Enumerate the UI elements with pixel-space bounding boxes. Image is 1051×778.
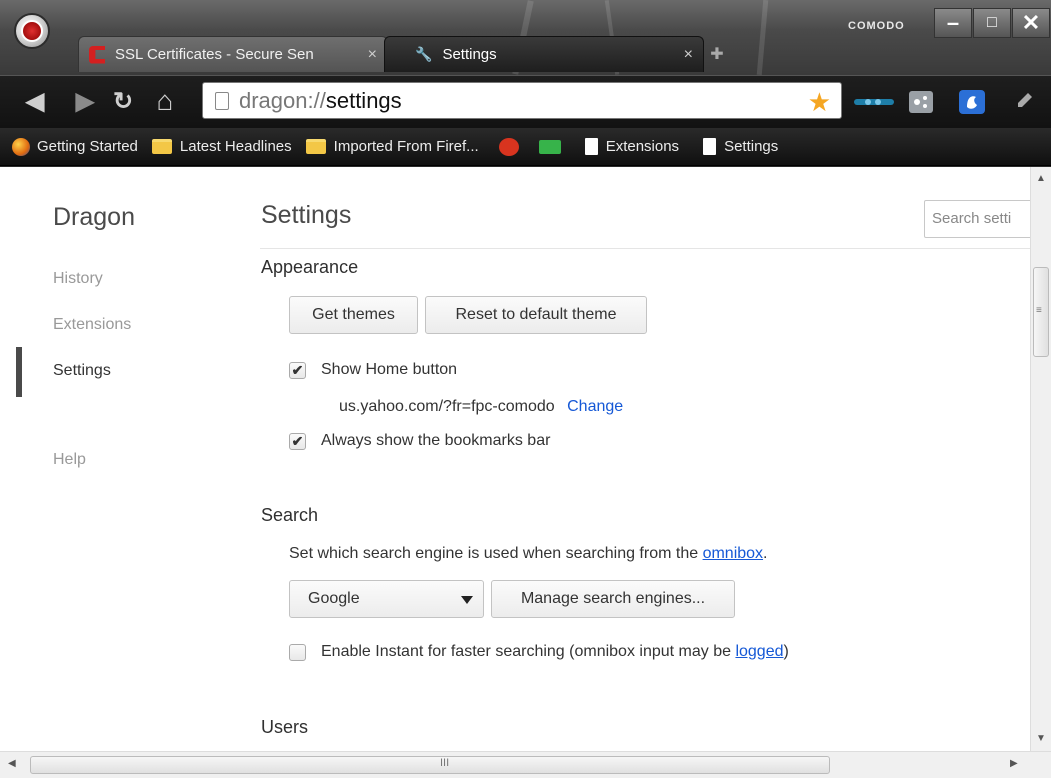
page-icon <box>703 138 717 155</box>
bookmark-extensions[interactable]: Extensions <box>584 138 680 155</box>
url-scheme: dragon:// <box>239 87 326 113</box>
tab-ssl-certificates[interactable]: SSL Certificates - Secure Sen × <box>78 36 388 72</box>
horizontal-scroll-thumb[interactable] <box>30 756 830 774</box>
header-divider <box>260 248 1030 249</box>
show-bookmarks-row: ✔ Always show the bookmarks bar <box>289 432 550 450</box>
scroll-right-icon[interactable]: ▶ <box>1010 758 1018 769</box>
bookmark-settings[interactable]: Settings <box>703 138 778 155</box>
wrench-menu-icon[interactable] <box>1012 89 1036 115</box>
search-engine-select[interactable]: Google <box>289 580 484 618</box>
manage-search-engines-button[interactable]: Manage search engines... <box>491 580 735 618</box>
search-description: Set which search engine is used when sea… <box>289 545 768 563</box>
home-url: us.yahoo.com/?fr=fpc-comodo <box>339 398 555 415</box>
enable-instant-checkbox[interactable] <box>289 643 306 661</box>
page-icon <box>215 91 229 110</box>
scroll-down-icon[interactable]: ▼ <box>1036 733 1046 744</box>
bookmark-angry-bird[interactable] <box>498 137 519 156</box>
sidebar-item-extensions[interactable]: Extensions <box>53 316 131 334</box>
bookmark-label: Latest Headlines <box>179 138 292 155</box>
title-bar: SSL Certificates - Secure Sen × 🔧 Settin… <box>0 0 1051 75</box>
ssl-favicon-icon <box>89 45 105 64</box>
scroll-left-icon[interactable]: ◀ <box>8 758 16 769</box>
enable-instant-label: Enable Instant for faster searching (omn… <box>321 643 789 661</box>
bookmark-label: Imported From Firef... <box>333 138 479 155</box>
toolbar: ◀ ▶ ↻ ⌂ dragon://settings ★ <box>0 75 1051 128</box>
address-bar[interactable]: dragon://settings ★ <box>202 82 842 119</box>
sidebar: Dragon History Extensions Settings Help <box>0 167 240 751</box>
extension-icon[interactable] <box>907 89 935 115</box>
page-icon <box>584 138 598 155</box>
show-bookmarks-checkbox[interactable]: ✔ <box>289 432 306 450</box>
green-icon <box>538 139 561 154</box>
tab-close-icon[interactable]: × <box>368 46 377 64</box>
bookmarks-bar: Getting Started Latest Headlines Importe… <box>0 128 1051 166</box>
folder-icon <box>305 139 326 154</box>
bookmark-star-icon[interactable]: ★ <box>808 87 831 118</box>
change-home-link[interactable]: Change <box>567 398 623 415</box>
maximize-button[interactable]: □ <box>973 8 1011 38</box>
wrench-icon: 🔧 <box>415 46 433 62</box>
search-section-title: Search <box>261 505 319 525</box>
sidebar-brand: Dragon <box>53 203 135 231</box>
grip-icon: ≡ <box>1036 305 1042 316</box>
bookmark-label: Settings <box>724 138 779 155</box>
back-button[interactable]: ◀ <box>20 86 50 116</box>
show-bookmarks-label: Always show the bookmarks bar <box>321 432 551 449</box>
bookmark-label: Extensions <box>605 138 680 155</box>
show-home-checkbox[interactable]: ✔ <box>289 361 306 379</box>
vertical-scrollbar[interactable]: ▲ ≡ ▼ <box>1030 167 1051 751</box>
sidebar-item-help[interactable]: Help <box>53 451 86 469</box>
search-settings-input[interactable]: Search setti <box>924 200 1030 238</box>
tab-title: Settings <box>442 46 497 63</box>
get-themes-button[interactable]: Get themes <box>289 296 418 334</box>
sidebar-item-settings[interactable]: Settings <box>53 362 111 380</box>
omnibox-link[interactable]: omnibox <box>703 545 763 562</box>
new-tab-button[interactable]: ✚ <box>706 44 728 64</box>
minimize-button[interactable]: – <box>934 8 972 38</box>
settings-page: Dragon History Extensions Settings Help … <box>0 167 1030 751</box>
grip-icon: III <box>440 757 450 769</box>
tab-close-icon[interactable]: × <box>684 46 693 64</box>
search-engine-value: Google <box>308 590 360 607</box>
active-nav-marker <box>16 347 22 397</box>
settings-main: Settings Search setti Appearance Get the… <box>260 167 1030 751</box>
extension-icon[interactable] <box>957 89 987 115</box>
tab-title: SSL Certificates - Secure Sen <box>115 46 314 63</box>
scroll-up-icon[interactable]: ▲ <box>1036 173 1046 184</box>
bookmark-imported-from-firefox[interactable]: Imported From Firef... <box>305 138 479 155</box>
show-home-row: ✔ Show Home button <box>289 361 457 379</box>
folder-icon <box>151 139 172 154</box>
bookmark-label: Getting Started <box>37 138 138 155</box>
comodo-brand-label: COMODO <box>848 20 905 32</box>
enable-instant-close-paren: ) <box>783 643 789 660</box>
search-description-period: . <box>763 545 768 562</box>
sidebar-item-history[interactable]: History <box>53 270 103 288</box>
appearance-section-title: Appearance <box>261 257 359 277</box>
angry-bird-icon <box>498 137 519 156</box>
reset-theme-button[interactable]: Reset to default theme <box>425 296 647 334</box>
chevron-down-icon <box>461 596 473 604</box>
tab-settings[interactable]: 🔧 Settings × <box>384 36 704 72</box>
firefox-icon <box>12 137 30 156</box>
horizontal-scrollbar[interactable]: ◀ III ▶ <box>0 751 1051 778</box>
url-path: settings <box>325 87 402 113</box>
home-button[interactable]: ⌂ <box>150 85 180 116</box>
search-description-text: Set which search engine is used when sea… <box>289 545 703 562</box>
background-decoration <box>756 0 769 75</box>
logged-link[interactable]: logged <box>735 643 783 660</box>
enable-instant-text: Enable Instant for faster searching (omn… <box>321 643 736 660</box>
bookmark-getting-started[interactable]: Getting Started <box>12 137 138 156</box>
bookmark-green[interactable] <box>538 139 561 154</box>
dragon-app-icon[interactable] <box>14 13 50 49</box>
close-window-button[interactable]: ✕ <box>1012 8 1050 38</box>
home-url-row: us.yahoo.com/?fr=fpc-comodo Change <box>339 398 623 416</box>
reload-button[interactable]: ↻ <box>108 86 138 116</box>
enable-instant-row: Enable Instant for faster searching (omn… <box>289 643 789 661</box>
show-home-label: Show Home button <box>321 361 458 378</box>
users-section-title: Users <box>261 717 309 737</box>
bookmark-latest-headlines[interactable]: Latest Headlines <box>151 138 292 155</box>
forward-button[interactable]: ▶ <box>70 86 100 116</box>
extension-icon[interactable] <box>852 89 896 115</box>
page-title: Settings <box>261 201 352 229</box>
